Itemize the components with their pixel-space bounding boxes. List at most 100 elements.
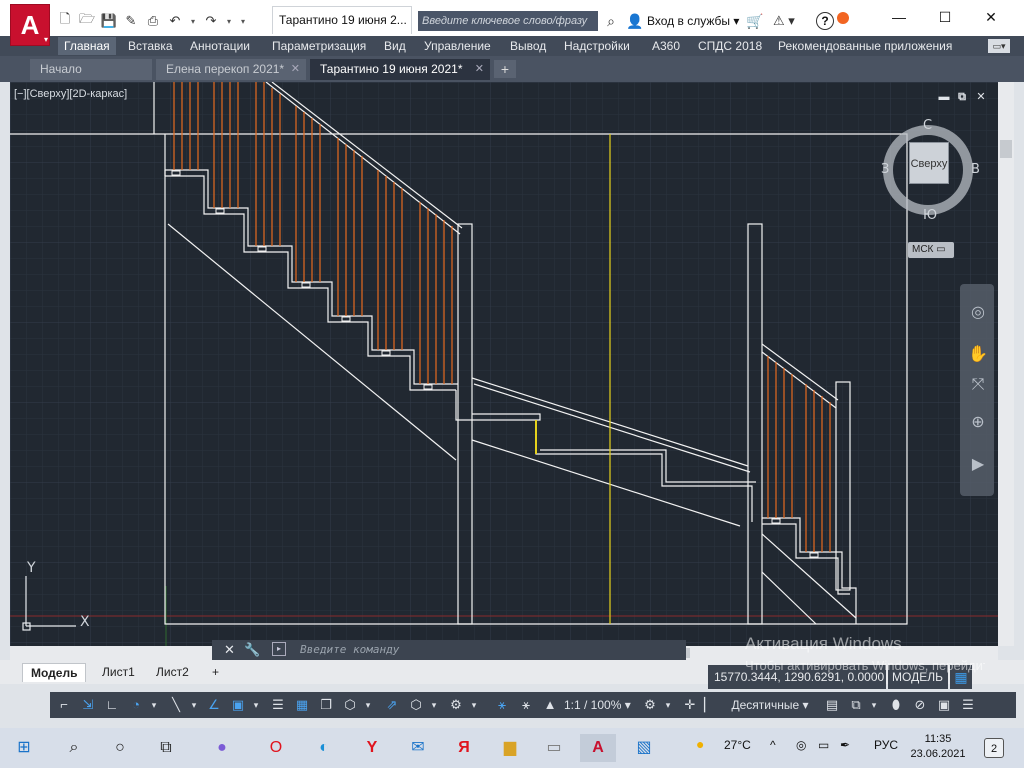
mail-icon[interactable]: ✉: [400, 734, 436, 762]
maximize-button[interactable]: ☐: [922, 6, 968, 30]
ribbon-tab[interactable]: Главная: [58, 37, 116, 55]
open-folder-icon[interactable]: 🗁: [78, 11, 96, 30]
new-tab-button[interactable]: +: [494, 60, 516, 78]
annotation-visibility-icon[interactable]: ⚹: [492, 695, 512, 715]
store-icon[interactable]: ▭: [536, 734, 572, 762]
layout-tab-model[interactable]: Модель: [22, 663, 87, 682]
yandex-browser-icon[interactable]: Y: [354, 734, 390, 762]
polar-tracking-icon[interactable]: ◔: [126, 695, 146, 715]
viewport-restore-icon[interactable]: ⧉: [954, 90, 970, 104]
cortana-icon[interactable]: ○: [102, 734, 138, 762]
viewport-close-icon[interactable]: ✕: [973, 90, 989, 104]
layout-tab[interactable]: Лист1: [94, 663, 143, 682]
viewcube-east[interactable]: В: [971, 162, 980, 177]
ribbon-tab[interactable]: Рекомендованные приложения: [772, 37, 958, 55]
steering-wheel-icon[interactable]: ◎: [967, 302, 989, 324]
vertical-scrollbar[interactable]: [998, 82, 1014, 646]
chevron-down-icon[interactable]: ▾: [250, 695, 262, 715]
ribbon-tab[interactable]: Надстройки: [558, 37, 636, 55]
sign-in-button[interactable]: Вход в службы ▾: [647, 11, 739, 31]
annotation-scale-icon[interactable]: ▲: [540, 695, 560, 715]
file-tab-start[interactable]: Начало: [30, 59, 152, 80]
new-file-icon[interactable]: 🗋: [56, 11, 74, 30]
qat-customize-icon[interactable]: ▾: [238, 12, 248, 30]
cart-icon[interactable]: 🛒: [746, 11, 763, 31]
file-tab[interactable]: Елена перекоп 2021* ✕: [156, 59, 306, 80]
chevron-down-icon[interactable]: ▾: [428, 695, 440, 715]
customization-menu-icon[interactable]: ☰: [958, 695, 978, 715]
ribbon-tab[interactable]: Аннотации: [184, 37, 256, 55]
gizmo-icon[interactable]: ⚙: [446, 695, 466, 715]
ribbon-tab[interactable]: Вставка: [122, 37, 179, 55]
layout-tab[interactable]: Лист2: [148, 663, 197, 682]
object-snap-icon[interactable]: ▣: [228, 695, 248, 715]
binoculars-icon[interactable]: ⌕: [600, 11, 622, 31]
annotation-scale-dropdown[interactable]: 1:1 / 100% ▾: [564, 695, 631, 715]
ribbon-tab[interactable]: Управление: [418, 37, 497, 55]
undo-icon[interactable]: ↶: [166, 12, 184, 30]
add-layout-button[interactable]: +: [204, 663, 227, 682]
selection-filter-icon[interactable]: ⬡: [406, 695, 426, 715]
application-menu-button[interactable]: A ▾: [10, 4, 50, 46]
clean-screen-icon[interactable]: ▣: [934, 695, 954, 715]
orbit-icon[interactable]: ⊕: [967, 412, 989, 434]
close-button[interactable]: ✕: [968, 6, 1014, 30]
windows-start-icon[interactable]: ⊞: [6, 734, 42, 762]
show-motion-icon[interactable]: ▶: [967, 454, 989, 476]
scroll-thumb[interactable]: [1000, 140, 1012, 158]
webcam-icon[interactable]: ◎: [796, 738, 806, 752]
snap-icon[interactable]: ⌐: [54, 695, 74, 715]
save-icon[interactable]: 💾: [100, 12, 118, 30]
dynamic-ucs-icon[interactable]: ⇗: [382, 695, 402, 715]
units-dropdown[interactable]: Десятичные ▾: [720, 695, 820, 715]
drawing-canvas[interactable]: [−][Сверху][2D-каркас] ▬ ⧉ ✕ С Ю В З Све…: [10, 82, 998, 646]
zoom-extents-icon[interactable]: ⤧: [967, 374, 989, 396]
chevron-down-icon[interactable]: ▾: [662, 695, 674, 715]
isolate-objects-icon[interactable]: ⬮: [886, 695, 906, 715]
ribbon-tab[interactable]: A360: [646, 37, 686, 55]
opera-browser-icon[interactable]: O: [258, 734, 294, 762]
minimize-button[interactable]: —: [876, 6, 922, 30]
selection-cycling-icon[interactable]: ❐: [316, 695, 336, 715]
ortho-icon[interactable]: ∟: [102, 695, 122, 715]
viewcube-face[interactable]: Сверху: [909, 142, 949, 184]
3d-osnap-icon[interactable]: ⬡: [340, 695, 360, 715]
autocad-taskbar-icon[interactable]: A: [580, 734, 616, 762]
alice-assistant-icon[interactable]: ●: [204, 734, 240, 762]
ribbon-tab[interactable]: Вывод: [504, 37, 552, 55]
temperature-label[interactable]: 27°C: [724, 738, 751, 752]
chevron-down-icon[interactable]: ▾: [188, 695, 200, 715]
notification-dot-icon[interactable]: [837, 12, 849, 24]
lineweight-icon[interactable]: ☰: [268, 695, 288, 715]
command-prompt-icon[interactable]: ▸: [272, 642, 286, 656]
tray-chevron-icon[interactable]: ^: [770, 738, 776, 752]
edge-browser-icon[interactable]: ◐: [306, 734, 342, 762]
chevron-down-icon[interactable]: ▾: [148, 695, 160, 715]
ribbon-tab[interactable]: Вид: [378, 37, 412, 55]
chevron-down-icon[interactable]: ▾: [468, 695, 480, 715]
ribbon-tab[interactable]: Параметризация: [266, 37, 372, 55]
file-tab-active[interactable]: Тарантино 19 июня 2021* ✕: [310, 59, 490, 80]
user-icon[interactable]: 👤: [626, 11, 644, 31]
viewport-minimize-icon[interactable]: ▬: [936, 90, 952, 104]
customize-icon[interactable]: 🔧: [244, 642, 260, 658]
viewcube-north[interactable]: С: [923, 118, 932, 133]
close-tab-icon[interactable]: ✕: [475, 59, 484, 80]
dynamic-input-icon[interactable]: ⇲: [78, 695, 98, 715]
weather-icon[interactable]: ●: [696, 736, 704, 752]
auto-scale-icon[interactable]: ⚹: [516, 695, 536, 715]
undo-dropdown-icon[interactable]: ▾: [188, 12, 198, 30]
viewport-label[interactable]: [−][Сверху][2D-каркас]: [14, 88, 127, 100]
yandex-icon[interactable]: Я: [446, 734, 482, 762]
transparency-icon[interactable]: ▦: [292, 695, 312, 715]
language-indicator[interactable]: РУС: [874, 738, 898, 752]
print-icon[interactable]: ⎙: [144, 12, 162, 30]
viewcube-south[interactable]: Ю: [923, 208, 937, 223]
pen-icon[interactable]: ✒: [840, 738, 850, 752]
pan-hand-icon[interactable]: ✋: [967, 344, 989, 366]
chevron-down-icon[interactable]: ▾: [362, 695, 374, 715]
save-as-icon[interactable]: ✎: [122, 12, 140, 30]
plus-icon[interactable]: ✛: [680, 695, 700, 715]
system-clock[interactable]: 11:35 23.06.2021: [910, 732, 966, 762]
quick-properties-icon[interactable]: ▤: [822, 695, 842, 715]
